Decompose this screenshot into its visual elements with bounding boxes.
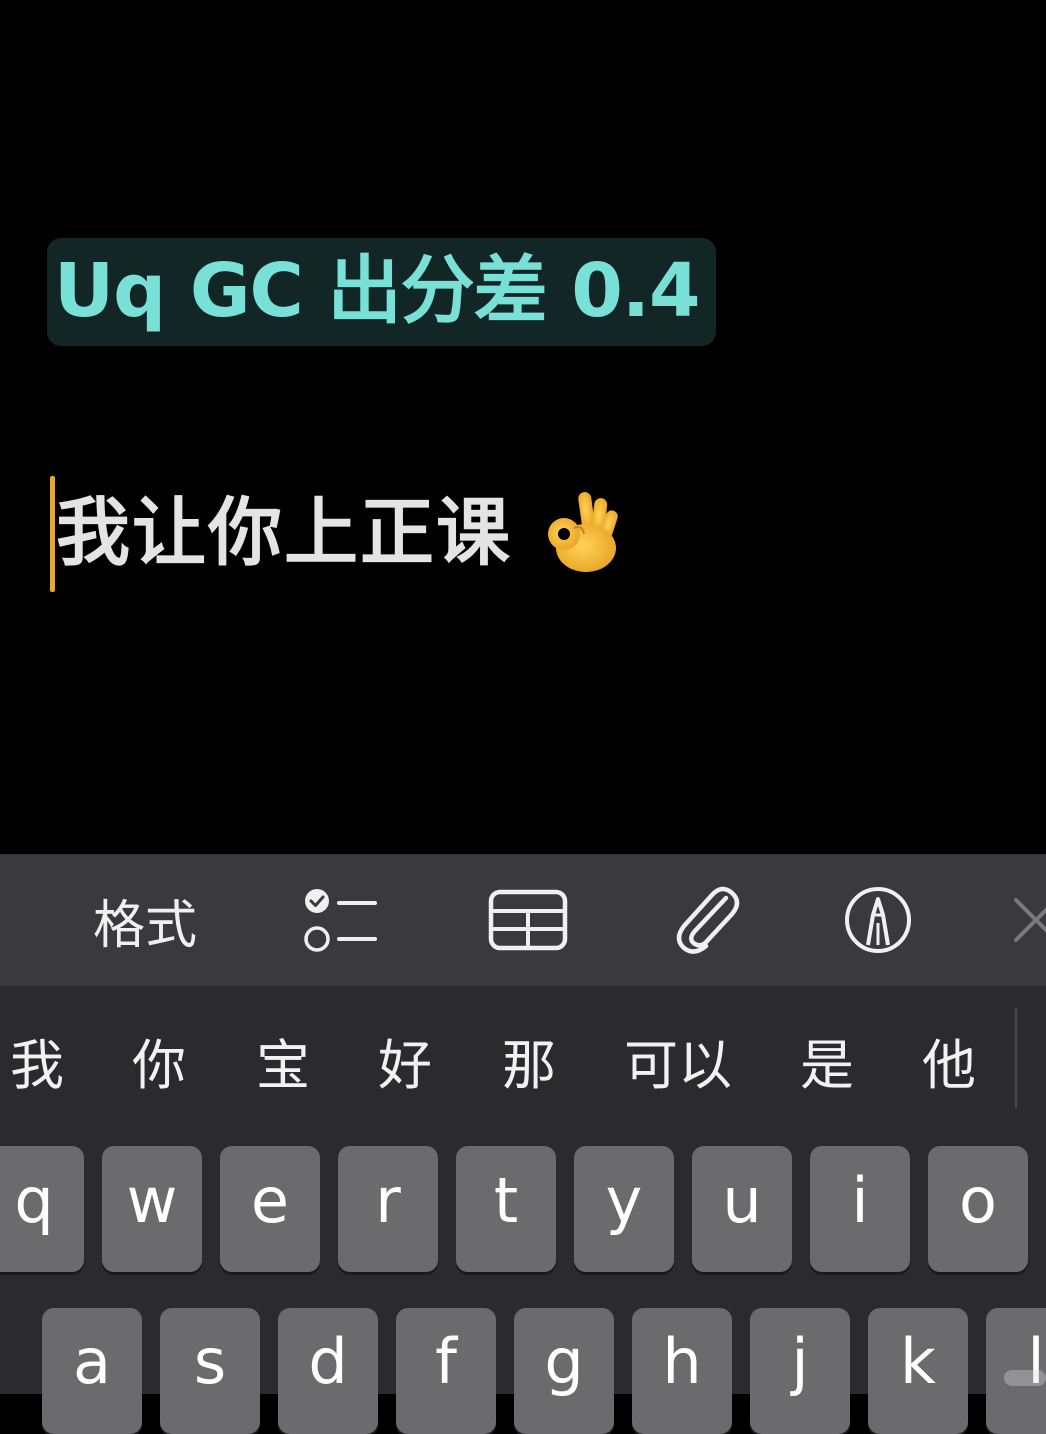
table-button[interactable] bbox=[482, 854, 574, 986]
candidate-bar: 我 你 宝 好 那 可以 是 他 bbox=[0, 986, 1046, 1146]
close-icon bbox=[1014, 898, 1046, 942]
note-editor[interactable]: Uq GC 出分差 0.4 我让你上正课 bbox=[0, 0, 1046, 854]
attachment-button[interactable] bbox=[666, 854, 746, 986]
markup-pen-icon bbox=[845, 887, 911, 953]
key-y[interactable]: y bbox=[574, 1146, 674, 1272]
candidate-item[interactable]: 好 bbox=[378, 1026, 432, 1106]
key-f[interactable]: f bbox=[396, 1308, 496, 1434]
key-r[interactable]: r bbox=[338, 1146, 438, 1272]
key-u[interactable]: u bbox=[692, 1146, 792, 1272]
candidate-item[interactable]: 我 bbox=[10, 1026, 64, 1106]
key-w[interactable]: w bbox=[102, 1146, 202, 1272]
key-j[interactable]: j bbox=[750, 1308, 850, 1434]
key-e[interactable]: e bbox=[220, 1146, 320, 1272]
key-g[interactable]: g bbox=[514, 1308, 614, 1434]
candidate-item[interactable]: 那 bbox=[502, 1026, 556, 1106]
key-a[interactable]: a bbox=[42, 1308, 142, 1434]
format-button[interactable]: 格式 bbox=[80, 854, 210, 986]
key-s[interactable]: s bbox=[160, 1308, 260, 1434]
candidate-divider bbox=[1015, 1008, 1017, 1108]
note-heading[interactable]: Uq GC 出分差 0.4 bbox=[54, 238, 700, 346]
watermark-badge bbox=[1004, 1370, 1046, 1386]
formatting-toolbar: 格式 bbox=[0, 854, 1046, 986]
keyboard: 我 你 宝 好 那 可以 是 他 q w e r t y u i o a s d… bbox=[0, 986, 1046, 1434]
checklist-icon bbox=[304, 889, 377, 952]
markup-button[interactable] bbox=[838, 854, 918, 986]
candidate-item[interactable]: 宝 bbox=[256, 1026, 310, 1106]
close-toolbar-button[interactable] bbox=[1006, 854, 1046, 986]
table-icon bbox=[488, 889, 568, 951]
text-cursor bbox=[50, 476, 55, 592]
key-d[interactable]: d bbox=[278, 1308, 378, 1434]
key-t[interactable]: t bbox=[456, 1146, 556, 1272]
key-o[interactable]: o bbox=[928, 1146, 1028, 1272]
key-k[interactable]: k bbox=[868, 1308, 968, 1434]
key-q[interactable]: q bbox=[0, 1146, 84, 1272]
candidate-item[interactable]: 可以 bbox=[624, 1026, 732, 1106]
candidate-item[interactable]: 是 bbox=[800, 1026, 854, 1106]
note-body-line[interactable]: 我让你上正课 bbox=[56, 478, 512, 588]
candidate-item[interactable]: 你 bbox=[132, 1026, 186, 1106]
key-i[interactable]: i bbox=[810, 1146, 910, 1272]
checklist-button[interactable] bbox=[296, 854, 386, 986]
ok-hand-emoji bbox=[548, 492, 618, 572]
paperclip-icon bbox=[676, 886, 740, 954]
candidate-item[interactable]: 他 bbox=[922, 1026, 976, 1106]
key-h[interactable]: h bbox=[632, 1308, 732, 1434]
